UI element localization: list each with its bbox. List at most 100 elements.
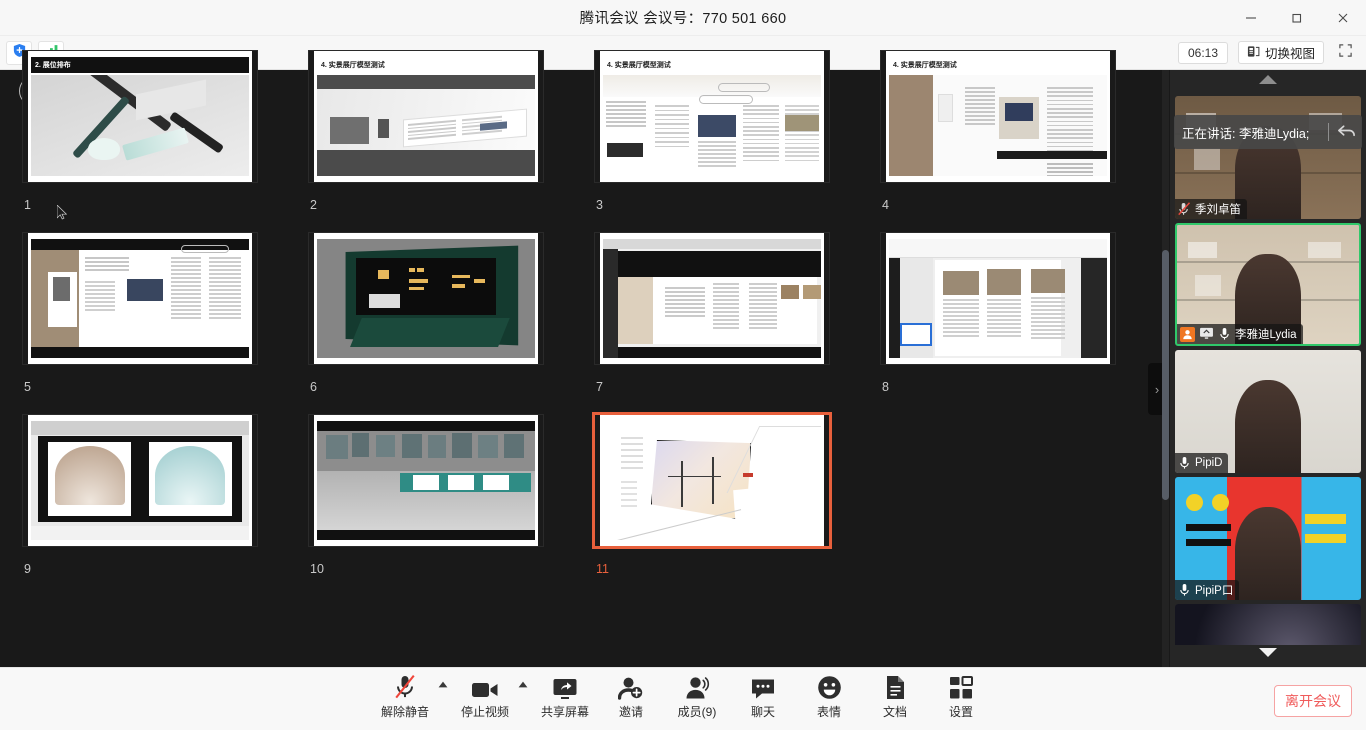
toolbar-button-label: 解除静音: [380, 704, 429, 719]
slide-thumbnail-cell[interactable]: 9: [22, 414, 280, 594]
meeting-window: 腾讯会议 会议号：770 501 660 06:13 切换视图 2. 展位排布 …: [0, 0, 1366, 730]
toolbar-button-mic-muted[interactable]: 解除静音: [372, 673, 438, 720]
participant-tile[interactable]: PipiP口: [1175, 477, 1361, 600]
participant-name-bar: 李雅迪Lydia: [1177, 324, 1303, 344]
meeting-timer: 06:13: [1177, 41, 1228, 64]
slide-thumbnail-cell[interactable]: 4. 实景展厅模型测试 4: [880, 50, 1138, 230]
slide-thumbnail[interactable]: [308, 232, 544, 365]
toolbar-button-share-screen[interactable]: 共享屏幕: [532, 673, 598, 720]
participant-rail: 季刘卓笛 李雅迪Lydia PipiD PipiP口: [1170, 70, 1366, 667]
toolbar-button-document[interactable]: 文档: [862, 673, 928, 720]
slide-number: 1: [24, 198, 31, 212]
participant-name-bar: PipiD: [1175, 453, 1229, 473]
toolbar-button-invite[interactable]: 邀请: [598, 673, 664, 720]
chevron-up-icon: [438, 681, 448, 690]
participant-name: 季刘卓笛: [1195, 204, 1241, 216]
toolbar-button-label: 文档: [882, 704, 907, 719]
slide-thumbnail[interactable]: 4. 实景展厅模型测试: [594, 50, 830, 183]
toolbar-button-chat[interactable]: 聊天: [730, 673, 796, 720]
slide-thumbnail-cell[interactable]: 4. 实景展厅模型测试 2: [308, 50, 566, 230]
toolbar-button-members[interactable]: 成员(9): [664, 673, 730, 720]
slide-preview: [23, 233, 257, 364]
rail-scroll-down-button[interactable]: [1170, 643, 1366, 665]
participant-tile[interactable]: 李雅迪Lydia: [1175, 223, 1361, 346]
minimize-button[interactable]: [1228, 0, 1274, 36]
slide-preview: 2. 展位排布: [23, 51, 257, 182]
slide-preview: 4. 实景展厅模型测试: [309, 51, 543, 182]
slide-thumbnail-cell[interactable]: 7: [594, 232, 852, 412]
slide-preview: [595, 233, 829, 364]
maximize-button[interactable]: [1274, 0, 1320, 36]
toolbar-caret-camera[interactable]: [518, 681, 532, 712]
slide-thumbnail[interactable]: [22, 232, 258, 365]
slide-thumbnail[interactable]: [594, 232, 830, 365]
slide-thumbnail-cell[interactable]: 10: [308, 414, 566, 594]
invite-icon: [618, 673, 644, 700]
slide-thumbnail-cell[interactable]: 11: [592, 412, 852, 594]
slide-number: 4: [882, 198, 889, 212]
screen-share-icon: [1199, 327, 1214, 342]
slide-thumbnail[interactable]: [22, 414, 258, 547]
slide-thumbnail[interactable]: [880, 232, 1116, 365]
chevron-up-icon: [1257, 72, 1279, 90]
window-controls: [1228, 0, 1366, 36]
chat-icon: [750, 673, 776, 700]
camera-icon: [471, 673, 499, 700]
reply-arrow-icon[interactable]: [1337, 123, 1356, 142]
toolbar-button-emoji[interactable]: 表情: [796, 673, 862, 720]
chevron-down-icon: [1257, 645, 1279, 663]
slide-number: 2: [310, 198, 317, 212]
chevron-up-icon: [518, 681, 528, 690]
slide-number: 6: [310, 380, 317, 394]
toolbar-button-label: 共享屏幕: [540, 704, 589, 719]
participant-name: 李雅迪Lydia: [1235, 329, 1297, 341]
toolbar-button-label: 表情: [816, 704, 841, 719]
slide-preview: [595, 415, 829, 546]
participant-name-bar: PipiP口: [1175, 580, 1240, 600]
toolbar-button-camera[interactable]: 停止视频: [452, 673, 518, 720]
divider: [1328, 123, 1329, 141]
participant-tiles: 季刘卓笛 李雅迪Lydia PipiD PipiP口: [1170, 92, 1366, 645]
slide-thumbnail-cell[interactable]: 2. 展位排布 1: [22, 50, 280, 230]
slide-thumbnail[interactable]: [592, 412, 832, 549]
stage-scrollbar-thumb[interactable]: [1162, 250, 1169, 500]
document-icon: [885, 673, 906, 700]
settings-grid-icon: [949, 673, 973, 700]
speaking-banner: 正在讲话: 李雅迪Lydia;: [1174, 115, 1362, 149]
rail-scroll-up-button[interactable]: [1170, 70, 1366, 92]
toolbar-button-settings-grid[interactable]: 设置: [928, 673, 994, 720]
toolbar-caret-mic-muted[interactable]: [438, 681, 452, 712]
participant-tile[interactable]: Holly: [1175, 604, 1361, 645]
slide-number: 7: [596, 380, 603, 394]
slide-number: 9: [24, 562, 31, 576]
slide-thumbnail-cell[interactable]: 5: [22, 232, 280, 412]
mic-muted-icon: [1178, 202, 1191, 217]
slide-number: 3: [596, 198, 603, 212]
stage-scrollbar[interactable]: [1162, 70, 1169, 667]
share-screen-icon: [552, 673, 578, 700]
host-badge-icon: [1180, 326, 1195, 342]
slide-preview: [309, 233, 543, 364]
slide-thumbnail-grid: 2. 展位排布 1 4. 实景展厅模型测试 2 4. 实景展厅模型测试 3 4.…: [0, 50, 1148, 595]
slide-thumbnail[interactable]: [308, 414, 544, 547]
slide-preview: [23, 415, 257, 546]
slide-thumbnail-cell[interactable]: 8: [880, 232, 1138, 412]
slide-thumbnail-cell[interactable]: 6: [308, 232, 566, 412]
slide-thumbnail-cell[interactable]: 4. 实景展厅模型测试 3: [594, 50, 852, 230]
slide-number: 10: [310, 562, 324, 576]
members-icon: [684, 673, 710, 700]
speaking-banner-text: 正在讲话: 李雅迪Lydia;: [1182, 126, 1310, 141]
fullscreen-button[interactable]: [1334, 42, 1356, 64]
close-button[interactable]: [1320, 0, 1366, 36]
slide-thumbnail[interactable]: 4. 实景展厅模型测试: [880, 50, 1116, 183]
leave-meeting-button[interactable]: 离开会议: [1274, 685, 1352, 717]
slide-thumbnail[interactable]: 2. 展位排布: [22, 50, 258, 183]
mic-on-icon: [1218, 327, 1231, 342]
toolbar-button-label: 邀请: [618, 704, 643, 719]
slide-thumbnail[interactable]: 4. 实景展厅模型测试: [308, 50, 544, 183]
meeting-toolbar: 解除静音 停止视频 共享屏幕 邀请 成员(9) 聊天 表情 文档 设置: [0, 667, 1366, 730]
toolbar-button-label: 设置: [948, 704, 973, 719]
participant-tile[interactable]: PipiD: [1175, 350, 1361, 473]
slide-number: 5: [24, 380, 31, 394]
switch-view-button[interactable]: 切换视图: [1237, 41, 1324, 64]
